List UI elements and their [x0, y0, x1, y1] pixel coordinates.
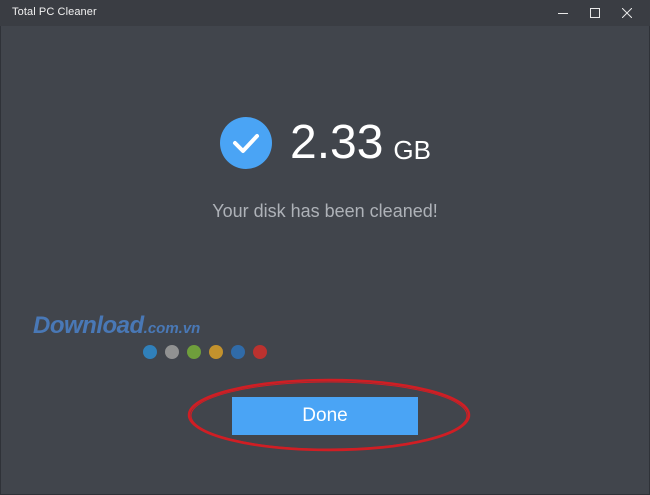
watermark-logo: Download.com.vn — [33, 312, 200, 340]
window-title: Total PC Cleaner — [12, 6, 97, 18]
watermark-domain: .com.vn — [143, 320, 201, 337]
watermark-dot — [187, 345, 201, 359]
cleaned-size-value: 2.33 — [290, 116, 384, 169]
minimize-button[interactable] — [548, 0, 578, 26]
done-button[interactable]: Done — [232, 397, 418, 435]
title-bar[interactable]: Total PC Cleaner — [0, 0, 650, 26]
maximize-icon — [590, 8, 600, 18]
watermark-brand: Download — [33, 312, 144, 339]
status-message: Your disk has been cleaned! — [212, 201, 438, 221]
watermark-dot — [253, 345, 267, 359]
result-summary: 2.33 GB — [220, 113, 431, 173]
watermark-dot — [143, 345, 157, 359]
watermark-dots — [143, 345, 267, 359]
close-button[interactable] — [612, 0, 642, 26]
close-icon — [622, 8, 632, 18]
watermark-dot — [231, 345, 245, 359]
watermark-dot — [209, 345, 223, 359]
check-circle-icon — [220, 117, 272, 169]
watermark-dot — [165, 345, 179, 359]
maximize-button[interactable] — [580, 0, 610, 26]
minimize-icon — [558, 13, 568, 14]
cleaned-size-unit: GB — [393, 134, 431, 165]
